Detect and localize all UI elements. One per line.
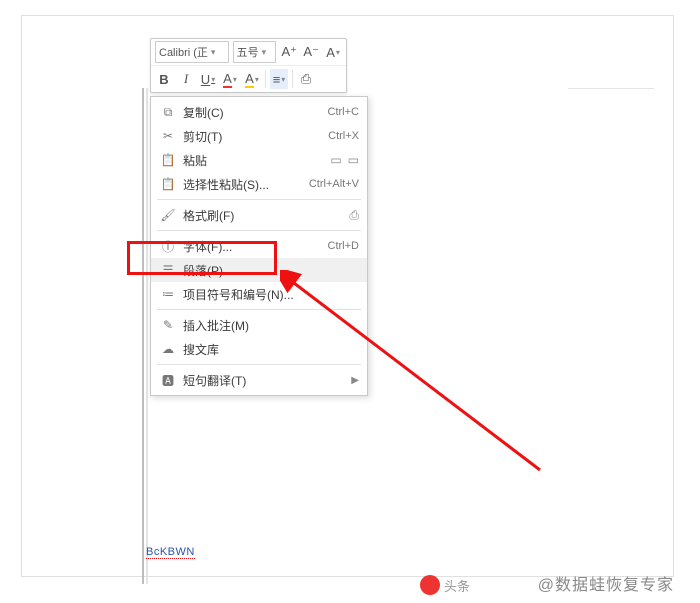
watermark-logo-circle (420, 575, 440, 595)
font-size-value: 五号 (237, 44, 259, 60)
menu-copy-label: 复制(C) (177, 104, 328, 121)
font-size-combo[interactable]: 五号▾ (233, 41, 277, 63)
decrease-font-button[interactable]: A⁻ (302, 42, 320, 62)
menu-font-shortcut: Ctrl+D (328, 240, 359, 252)
bold-button[interactable]: B (155, 69, 173, 89)
menu-separator (157, 199, 361, 200)
paragraph-icon: ☰ (159, 263, 177, 277)
menu-paste-special-label: 选择性粘贴(S)... (177, 176, 309, 193)
menu-cut-shortcut: Ctrl+X (328, 130, 359, 142)
italic-button[interactable]: I (177, 69, 195, 89)
menu-copy[interactable]: ⧉ 复制(C) Ctrl+C (151, 100, 367, 124)
menu-font[interactable]: Ⓣ 字体(F)... Ctrl+D (151, 234, 367, 258)
watermark-logo: 头条 (420, 575, 470, 595)
copy-icon: ⧉ (159, 105, 177, 120)
paste-option-icon[interactable]: ▭ (348, 153, 359, 167)
bullets-icon: ≔ (159, 287, 177, 301)
page-edge (568, 88, 654, 109)
font-color-button[interactable]: A▾ (221, 69, 239, 89)
paste-option-icon[interactable]: ▭ (330, 153, 341, 167)
comment-icon: ✎ (159, 318, 177, 332)
font-family-value: Calibri (正 (159, 44, 208, 60)
menu-font-label: 字体(F)... (177, 238, 328, 255)
menu-copy-shortcut: Ctrl+C (328, 106, 359, 118)
menu-paste-label: 粘贴 (177, 152, 330, 169)
document-body-text[interactable]: BcKBWN (146, 546, 195, 559)
format-painter-side-icon[interactable]: ⎙ (349, 208, 359, 223)
watermark-logo-text: 头条 (444, 576, 470, 595)
print-button[interactable]: ⎙ (297, 69, 315, 89)
font-icon: Ⓣ (159, 238, 177, 255)
menu-paste[interactable]: 📋 粘贴 ▭▭ (151, 148, 367, 172)
change-case-button[interactable]: A▾ (324, 42, 342, 62)
align-button[interactable]: ≡▾ (270, 69, 288, 89)
increase-font-button[interactable]: A⁺ (280, 42, 298, 62)
menu-format-painter-label: 格式刷(F) (177, 207, 349, 224)
menu-paste-special-shortcut: Ctrl+Alt+V (309, 178, 359, 190)
paste-options[interactable]: ▭▭ (330, 153, 359, 167)
page-margin-left-shadow (146, 88, 148, 584)
mini-toolbar: Calibri (正▾ 五号▾ A⁺ A⁻ A▾ B I U▾ A▾ A▾ ≡▾… (150, 38, 347, 93)
translate-icon: 🅰 (159, 372, 177, 389)
toolbar-separator (265, 70, 266, 88)
cut-icon: ✂ (159, 129, 177, 143)
paste-icon: 📋 (159, 153, 177, 167)
menu-separator (157, 230, 361, 231)
menu-format-painter[interactable]: 🖌 格式刷(F) ⎙ (151, 203, 367, 227)
font-family-combo[interactable]: Calibri (正▾ (155, 41, 229, 63)
page-margin-left (142, 88, 144, 584)
menu-cut[interactable]: ✂ 剪切(T) Ctrl+X (151, 124, 367, 148)
menu-paste-special[interactable]: 📋 选择性粘贴(S)... Ctrl+Alt+V (151, 172, 367, 196)
underline-button[interactable]: U▾ (199, 69, 217, 89)
annotation-arrow (280, 270, 560, 480)
paste-special-icon: 📋 (159, 177, 177, 191)
watermark-author: @数据蛙恢复专家 (538, 571, 674, 595)
search-icon: ☁ (159, 342, 177, 356)
highlight-color-button[interactable]: A▾ (243, 69, 261, 89)
format-painter-icon: 🖌 (159, 208, 177, 222)
screenshot-root: Calibri (正▾ 五号▾ A⁺ A⁻ A▾ B I U▾ A▾ A▾ ≡▾… (0, 0, 700, 603)
toolbar-separator (292, 70, 293, 88)
menu-cut-label: 剪切(T) (177, 128, 328, 145)
